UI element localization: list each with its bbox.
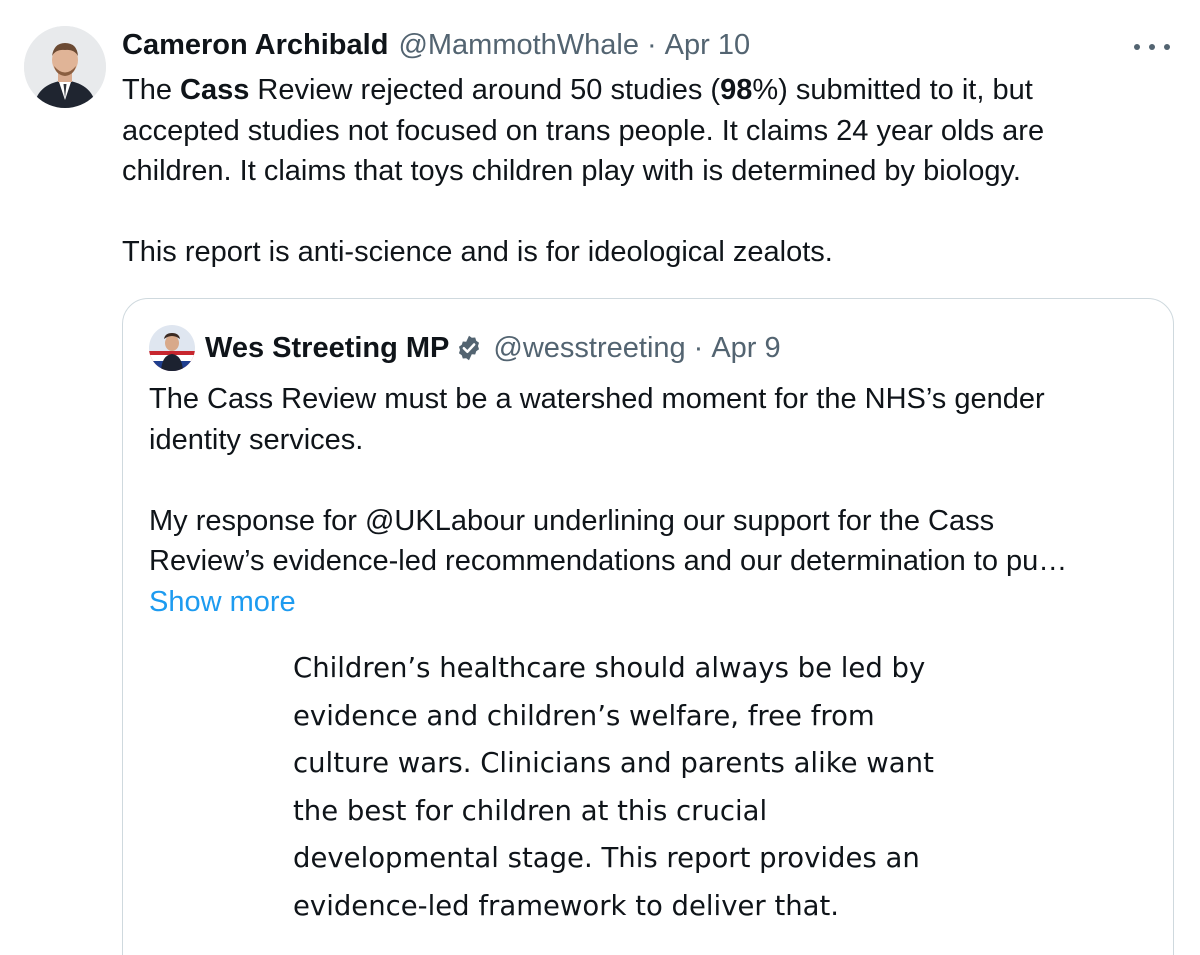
tweet: Cameron Archibald @MammothWhale · Apr 10…	[0, 0, 1200, 955]
tweet-header: Cameron Archibald @MammothWhale · Apr 10	[122, 24, 750, 66]
statement-line: evidence and children’s welfare, free fr…	[293, 699, 875, 732]
quoted-author-avatar[interactable]	[149, 325, 195, 371]
quoted-author-handle[interactable]: @wesstreeting	[493, 332, 685, 365]
quoted-tweet-card[interactable]: Wes Streeting MP @wesstreeting · Apr 9 T…	[122, 298, 1174, 955]
more-dot	[1164, 44, 1170, 50]
author-handle[interactable]: @MammothWhale	[398, 29, 639, 62]
statement-line: developmental stage. This report provide…	[293, 842, 920, 874]
tweet-text-line: The Cass Review rejected around 50 studi…	[122, 70, 1182, 111]
statement-line: culture wars. Clinicians and parents ali…	[293, 747, 934, 779]
quoted-tweet-text: The Cass Review must be a watershed mome…	[149, 379, 1159, 622]
tweet-text-line: accepted studies not focused on trans pe…	[122, 114, 1045, 147]
tweet-text-line: children. It claims that toys children p…	[122, 155, 1021, 187]
more-dot	[1134, 44, 1140, 50]
bold-text-cass: Cass	[180, 74, 250, 106]
more-dot	[1149, 44, 1155, 50]
separator-dot: ·	[693, 331, 704, 364]
text-run: %) submitted to it, but	[752, 74, 1033, 106]
tweet-text-line: This report is anti-science and is for i…	[122, 236, 833, 268]
quoted-text-line: My response for @UKLabour underlining ou…	[149, 504, 995, 537]
statement-line: evidence-led framework to deliver that.	[293, 889, 840, 922]
separator-dot: ·	[647, 28, 657, 61]
more-options-icon[interactable]	[1134, 32, 1170, 62]
quoted-text-line: The Cass Review must be a watershed mome…	[149, 383, 1045, 415]
quoted-author-name[interactable]: Wes Streeting MP	[205, 332, 449, 365]
text-run: Review rejected around 50 studies (	[249, 74, 721, 106]
statement-line: the best for children at this crucial	[293, 794, 768, 827]
statement-image[interactable]: Children’s healthcare should always be l…	[293, 645, 1053, 930]
author-avatar[interactable]	[24, 26, 106, 108]
tweet-date[interactable]: Apr 10	[665, 29, 750, 62]
tweet-text: The Cass Review rejected around 50 studi…	[122, 70, 1182, 273]
author-name[interactable]: Cameron Archibald	[122, 29, 388, 62]
verified-badge-icon	[455, 334, 483, 362]
statement-line: Children’s healthcare should always be l…	[293, 652, 926, 684]
show-more-link[interactable]: Show more	[149, 586, 296, 618]
quoted-tweet-header: Wes Streeting MP @wesstreeting · Apr 9	[149, 325, 781, 371]
bold-text-98: 98	[720, 74, 753, 106]
quoted-text-line: identity services.	[149, 423, 364, 456]
quoted-text-line: Review’s evidence-led recommendations an…	[149, 545, 1068, 577]
text-run: The	[122, 74, 181, 106]
quoted-tweet-date[interactable]: Apr 9	[711, 332, 780, 365]
